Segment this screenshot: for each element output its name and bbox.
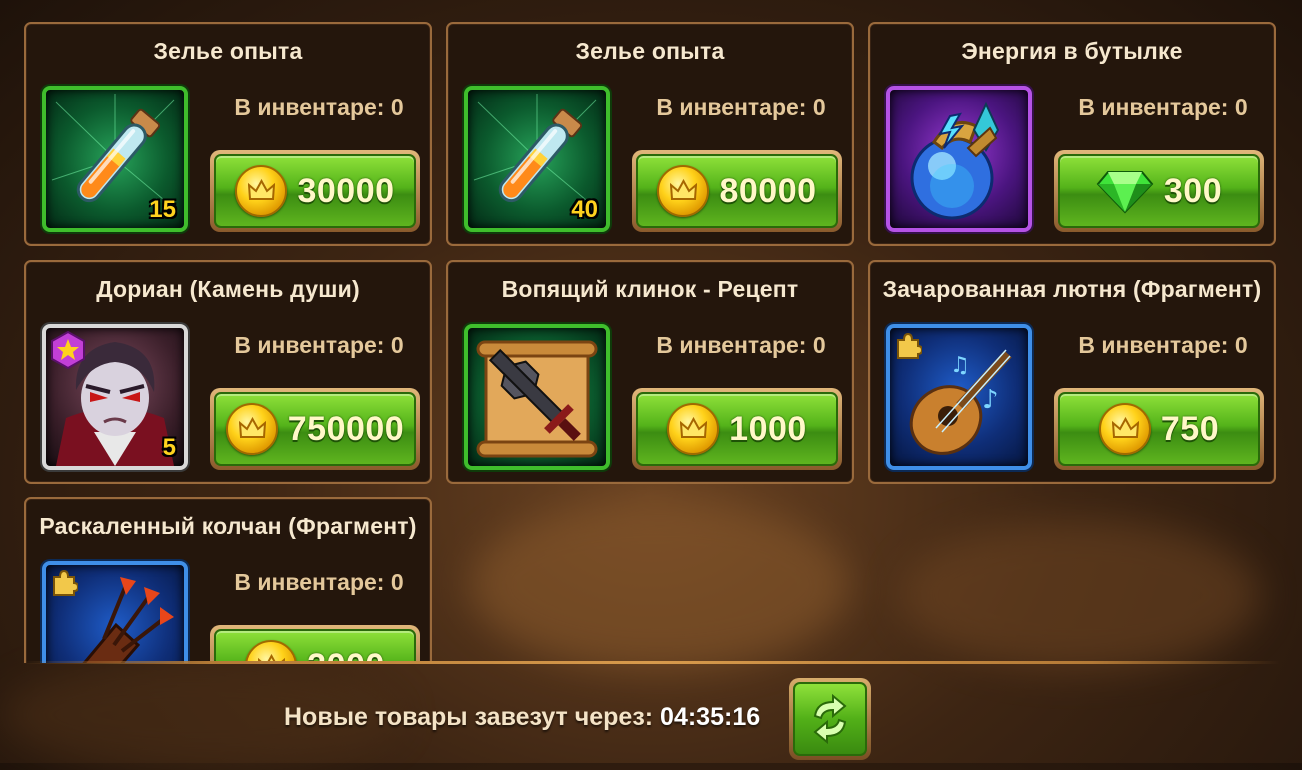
inventory-count: В инвентаре: 0 bbox=[234, 94, 404, 120]
puzzle-piece-icon bbox=[897, 332, 922, 359]
buy-button[interactable]: 750 bbox=[1054, 388, 1264, 470]
buy-button[interactable]: 1000 bbox=[632, 388, 842, 470]
item-quantity: 40 bbox=[571, 196, 598, 223]
item-icon-frame[interactable]: 5 bbox=[42, 324, 188, 470]
item-icon-frame[interactable] bbox=[464, 324, 610, 470]
item-title: Энергия в бутылке bbox=[961, 38, 1183, 64]
item-quantity: 15 bbox=[149, 196, 176, 223]
refresh-arrows-icon bbox=[813, 694, 847, 744]
gold-coin-icon bbox=[1098, 403, 1151, 455]
buy-button[interactable]: 300 bbox=[1054, 150, 1264, 232]
shop-item-card: Раскаленный колчан (Фрагмент) В инвентар… bbox=[24, 497, 432, 663]
timer-value: 04:35:16 bbox=[660, 703, 761, 731]
buy-button[interactable]: 30000 bbox=[210, 150, 420, 232]
svg-text:♫: ♫ bbox=[950, 353, 970, 378]
inventory-count: В инвентаре: 0 bbox=[1078, 94, 1248, 120]
item-icon-frame[interactable]: 15 bbox=[42, 86, 188, 232]
shop-item-card: Дориан (Камень души) 5 В инвентаре: 0 75… bbox=[24, 260, 432, 484]
star-badge-icon bbox=[51, 330, 85, 370]
shop-grid: Зелье опыта 15 В инвентаре: 0 30000 Зель… bbox=[0, 0, 1302, 663]
gold-coin-icon bbox=[657, 165, 710, 217]
shop-item-card: Зелье опыта 15 В инвентаре: 0 30000 bbox=[24, 22, 432, 246]
price-label: 80000 bbox=[719, 171, 817, 210]
gold-coin-icon bbox=[235, 165, 288, 217]
shop-divider bbox=[22, 661, 1280, 664]
gold-coin-icon bbox=[225, 403, 278, 455]
restock-timer: Новые товары завезут через: 04:35:16 bbox=[284, 703, 760, 732]
item-icon-frame[interactable] bbox=[886, 86, 1032, 232]
price-label: 750000 bbox=[287, 409, 405, 448]
gold-coin-icon bbox=[667, 403, 720, 455]
shop-item-card: Зелье опыта 40 В инвентаре: 0 80000 bbox=[446, 22, 854, 246]
inventory-count: В инвентаре: 0 bbox=[234, 332, 404, 358]
item-title: Зелье опыта bbox=[575, 38, 725, 64]
item-quantity: 5 bbox=[162, 434, 176, 461]
item-title: Зачарованная лютня (Фрагмент) bbox=[882, 276, 1262, 302]
energy-bottle-icon bbox=[910, 101, 1000, 220]
buy-button[interactable]: 80000 bbox=[632, 150, 842, 232]
item-title: Вопящий клинок - Рецепт bbox=[501, 276, 799, 302]
timer-label: Новые товары завезут через: bbox=[284, 703, 654, 731]
shop-item-card: Энергия в бутылке В инвентаре: 0 300 bbox=[868, 22, 1276, 246]
item-title: Дориан (Камень души) bbox=[96, 276, 360, 302]
inventory-count: В инвентаре: 0 bbox=[656, 94, 826, 120]
shop-item-card: Зачарованная лютня (Фрагмент) ♪ ♫ В инве… bbox=[868, 260, 1276, 484]
item-icon-frame[interactable] bbox=[42, 561, 188, 663]
shop-item-card: Вопящий клинок - Рецепт В инвентаре: 0 1… bbox=[446, 260, 854, 484]
emerald-gem-icon bbox=[1096, 171, 1154, 214]
inventory-count: В инвентаре: 0 bbox=[1078, 332, 1248, 358]
item-icon-frame[interactable]: 40 bbox=[464, 86, 610, 232]
item-icon-frame[interactable]: ♪ ♫ bbox=[886, 324, 1032, 470]
item-title: Раскаленный колчан (Фрагмент) bbox=[39, 513, 417, 539]
price-label: 300 bbox=[1163, 171, 1223, 210]
buy-button[interactable]: 2000 bbox=[210, 625, 420, 663]
item-title: Зелье опыта bbox=[153, 38, 303, 64]
price-label: 30000 bbox=[297, 171, 395, 210]
svg-text:♪: ♪ bbox=[982, 385, 999, 415]
inventory-count: В инвентаре: 0 bbox=[234, 569, 404, 595]
price-label: 750 bbox=[1160, 409, 1220, 448]
inventory-count: В инвентаре: 0 bbox=[656, 332, 826, 358]
buy-button[interactable]: 750000 bbox=[210, 388, 420, 470]
blade-recipe-scroll-icon bbox=[476, 340, 598, 458]
puzzle-piece-icon bbox=[53, 569, 78, 596]
gold-coin-icon bbox=[245, 640, 298, 663]
price-label: 1000 bbox=[729, 409, 807, 448]
refresh-button[interactable] bbox=[789, 678, 871, 760]
